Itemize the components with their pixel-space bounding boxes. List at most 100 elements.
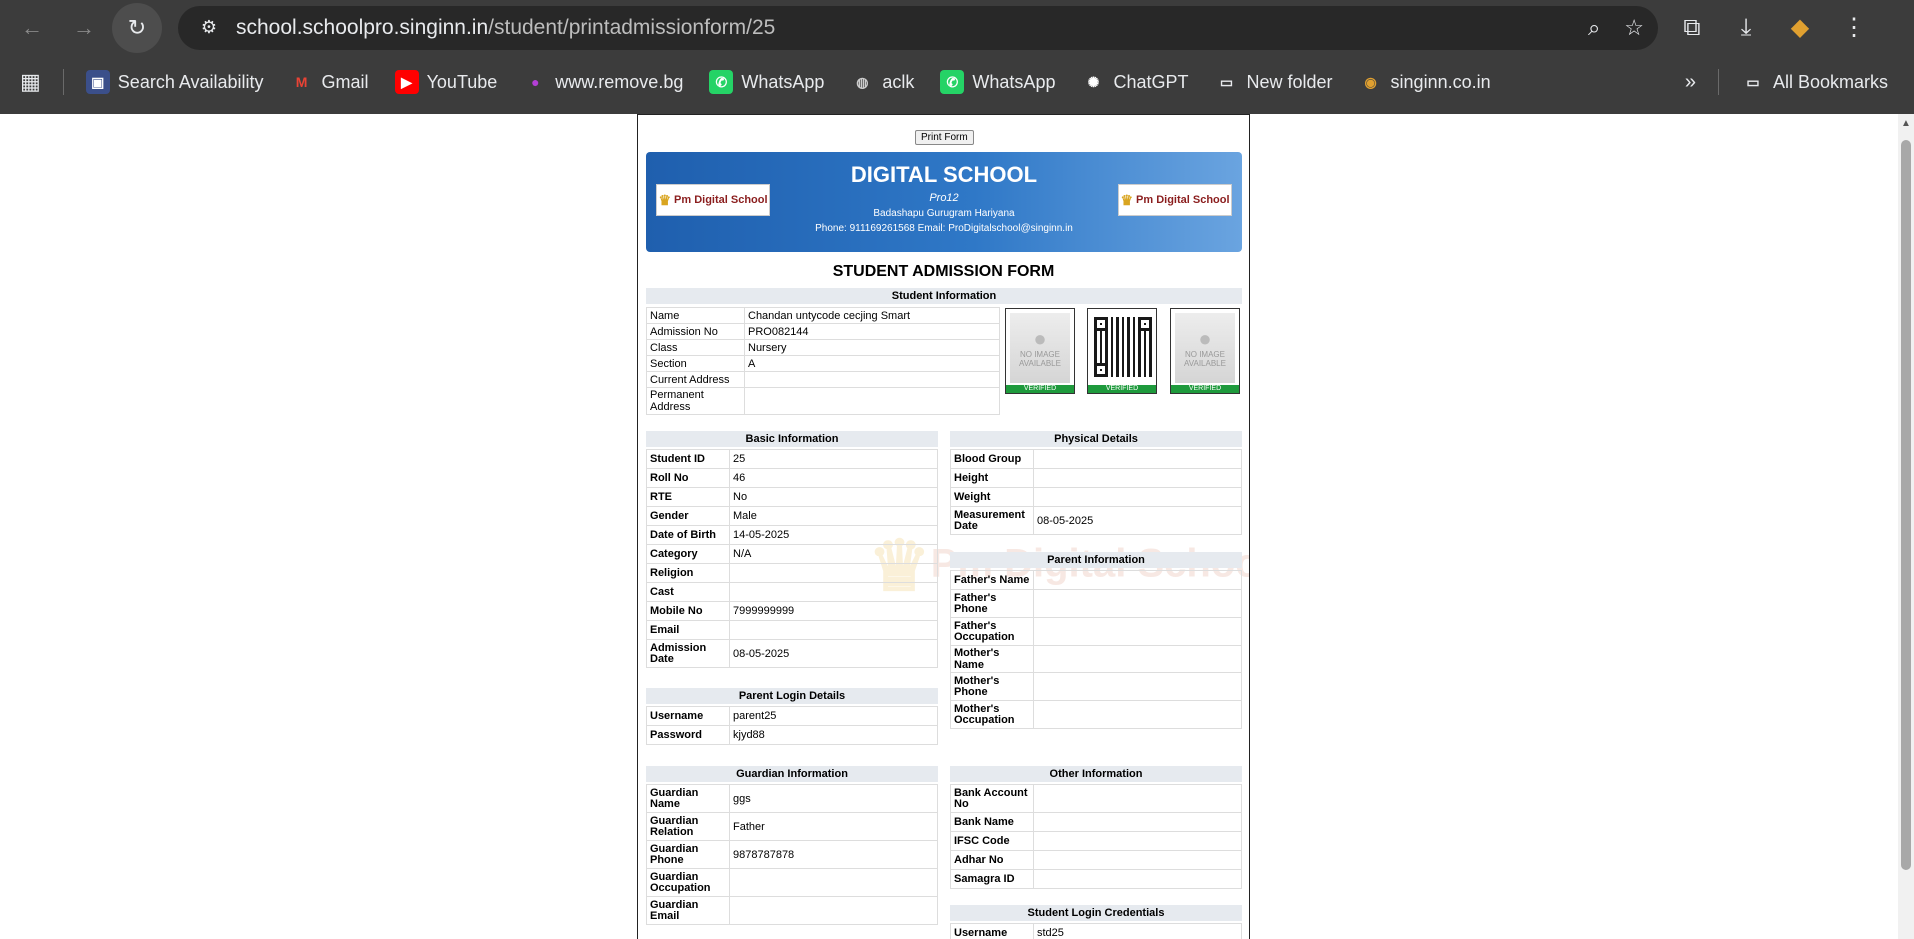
- parent-info-table: Father's Name Father's Phone Father's Occu…: [950, 570, 1242, 729]
- field-label: Guardian Name: [646, 784, 730, 813]
- field-value: Male: [729, 506, 938, 526]
- table-row: Mother's Name: [950, 645, 1242, 673]
- bookmarks-separator-2: [1717, 69, 1719, 95]
- photo-placeholder: ● NO IMAGE AVAILABLE: [1010, 313, 1070, 383]
- table-row: Section A: [646, 355, 1000, 372]
- field-value: 08-05-2025: [1033, 506, 1242, 535]
- bookmark-label: WhatsApp: [972, 71, 1056, 92]
- field-label: Guardian Phone: [646, 840, 730, 869]
- more-bookmarks-icon[interactable]: »: [1685, 71, 1696, 94]
- field-label: Father's Occupation: [950, 617, 1034, 646]
- verified-badge: VERIFIED: [1088, 385, 1156, 393]
- table-row: RTE No: [646, 487, 938, 507]
- scrollbar[interactable]: ▲: [1898, 114, 1914, 939]
- table-row: Father's Name: [950, 570, 1242, 590]
- school-banner: ♛ Pm Digital School ♛ Pm Digital School DI…: [646, 152, 1242, 252]
- print-form-button[interactable]: Print Form: [915, 130, 974, 145]
- table-row: Admission Date 08-05-2025: [646, 639, 938, 668]
- table-row: Guardian Relation Father: [646, 812, 938, 841]
- forward-icon[interactable]: →: [64, 8, 104, 48]
- field-value: [1033, 645, 1242, 673]
- bookmark-item[interactable]: ◍ aclk: [850, 70, 914, 94]
- field-label: Mother's Occupation: [950, 700, 1034, 729]
- address-bar[interactable]: ⚙ school.schoolpro.singinn.in/student/pr…: [178, 5, 1658, 50]
- field-label: Guardian Email: [646, 896, 730, 925]
- all-bookmarks[interactable]: ▭ All Bookmarks: [1741, 70, 1888, 94]
- folder-icon: ▭: [1219, 73, 1234, 90]
- field-value: [729, 582, 938, 602]
- field-label: Admission No: [646, 323, 745, 340]
- field-label: Admission Date: [646, 639, 730, 668]
- table-row: Blood Group: [950, 449, 1242, 469]
- back-icon[interactable]: ←: [12, 8, 52, 48]
- download-icon[interactable]: ⤓: [1726, 14, 1766, 42]
- parent-info-header: Parent Information: [950, 552, 1242, 568]
- extension-app-icon[interactable]: ◆: [1780, 13, 1820, 42]
- bookmark-item[interactable]: M Gmail: [290, 70, 369, 94]
- page-content: Print Form ♛ Pm Digital School ♛ Pm Digita…: [0, 114, 1914, 939]
- bookmark-label: Gmail: [321, 71, 369, 92]
- bookmark-label: Search Availability: [117, 71, 264, 92]
- browser-chrome: ← → ↻ ⚙ school.schoolpro.singinn.in/stud…: [0, 0, 1914, 114]
- url-host: school.schoolpro.singinn.in: [236, 15, 489, 39]
- field-value: [1033, 850, 1242, 870]
- chatgpt-icon: ✺: [1087, 73, 1100, 90]
- zoom-icon[interactable]: ⌕: [1588, 15, 1600, 41]
- bookmark-label: New folder: [1246, 71, 1333, 92]
- guardian-info-table: Guardian Name ggs Guardian Relation Father G…: [646, 784, 938, 925]
- bookmark-item[interactable]: ✆ WhatsApp: [709, 70, 824, 94]
- table-row: Password kjyd88: [646, 725, 938, 745]
- apps-icon[interactable]: ▦: [20, 69, 41, 95]
- field-value: Father: [729, 812, 938, 841]
- field-value: [1033, 831, 1242, 851]
- field-label: Father's Phone: [950, 589, 1034, 618]
- menu-icon[interactable]: ⋮: [1834, 13, 1874, 42]
- field-label: Measurement Date: [950, 506, 1034, 535]
- bookmark-item[interactable]: ✺ ChatGPT: [1081, 70, 1189, 94]
- reload-icon[interactable]: ↻: [112, 2, 162, 53]
- field-value: [729, 620, 938, 640]
- bookmark-item[interactable]: ▭ New folder: [1215, 70, 1333, 94]
- scroll-up-icon[interactable]: ▲: [1901, 118, 1911, 129]
- table-row: Mother's Phone: [950, 672, 1242, 701]
- bookmark-label: singinn.co.in: [1390, 71, 1491, 92]
- bookmark-item[interactable]: ◉ singinn.co.in: [1359, 70, 1491, 94]
- field-label: Permanent Address: [646, 387, 745, 415]
- table-row: Name Chandan untycode cecjing Smart: [646, 307, 1000, 324]
- table-row: Guardian Occupation: [646, 868, 938, 897]
- field-value: A: [744, 355, 1000, 372]
- bookmark-item[interactable]: ● www.remove.bg: [523, 70, 683, 94]
- table-row: Email: [646, 620, 938, 640]
- star-icon[interactable]: ☆: [1624, 15, 1644, 41]
- field-value: parent25: [729, 706, 938, 726]
- bookmark-item[interactable]: ▣ Search Availability: [85, 70, 264, 94]
- parent-photo: ● NO IMAGE AVAILABLE VERIFIED: [1170, 308, 1240, 394]
- table-row: Measurement Date 08-05-2025: [950, 506, 1242, 535]
- other-info-header: Other Information: [950, 766, 1242, 782]
- site-info-icon[interactable]: ⚙: [192, 11, 226, 45]
- field-value: 14-05-2025: [729, 525, 938, 545]
- field-label: Cast: [646, 582, 730, 602]
- globe-icon: ◍: [856, 73, 869, 90]
- table-row: Admission No PRO082144: [646, 323, 1000, 340]
- field-value: [1033, 700, 1242, 729]
- field-value: [1033, 570, 1242, 590]
- field-label: IFSC Code: [950, 831, 1034, 851]
- school-contact: Phone: 911169261568 Email: ProDigitalsch…: [815, 223, 1073, 234]
- table-row: Guardian Name ggs: [646, 784, 938, 813]
- avatar-icon: ●: [1198, 326, 1212, 351]
- url-text[interactable]: school.schoolpro.singinn.in/student/prin…: [236, 16, 1564, 40]
- no-image-sub: AVAILABLE: [1184, 359, 1226, 368]
- field-value: Nursery: [744, 339, 1000, 356]
- other-info-table: Bank Account No Bank Name IFSC Code Adhar N…: [950, 784, 1242, 889]
- parent-login-table: Username parent25 Password kjyd88: [646, 706, 938, 745]
- extensions-icon[interactable]: ⧉: [1672, 14, 1712, 42]
- bookmark-item[interactable]: ▶ YouTube: [394, 70, 497, 94]
- field-label: Samagra ID: [950, 869, 1034, 889]
- bookmark-item[interactable]: ✆ WhatsApp: [940, 70, 1055, 94]
- field-label: Name: [646, 307, 745, 324]
- table-row: Category N/A: [646, 544, 938, 564]
- table-row: Bank Name: [950, 812, 1242, 832]
- admission-form: Print Form ♛ Pm Digital School ♛ Pm Digita…: [637, 114, 1250, 939]
- scrollbar-thumb[interactable]: [1901, 140, 1911, 870]
